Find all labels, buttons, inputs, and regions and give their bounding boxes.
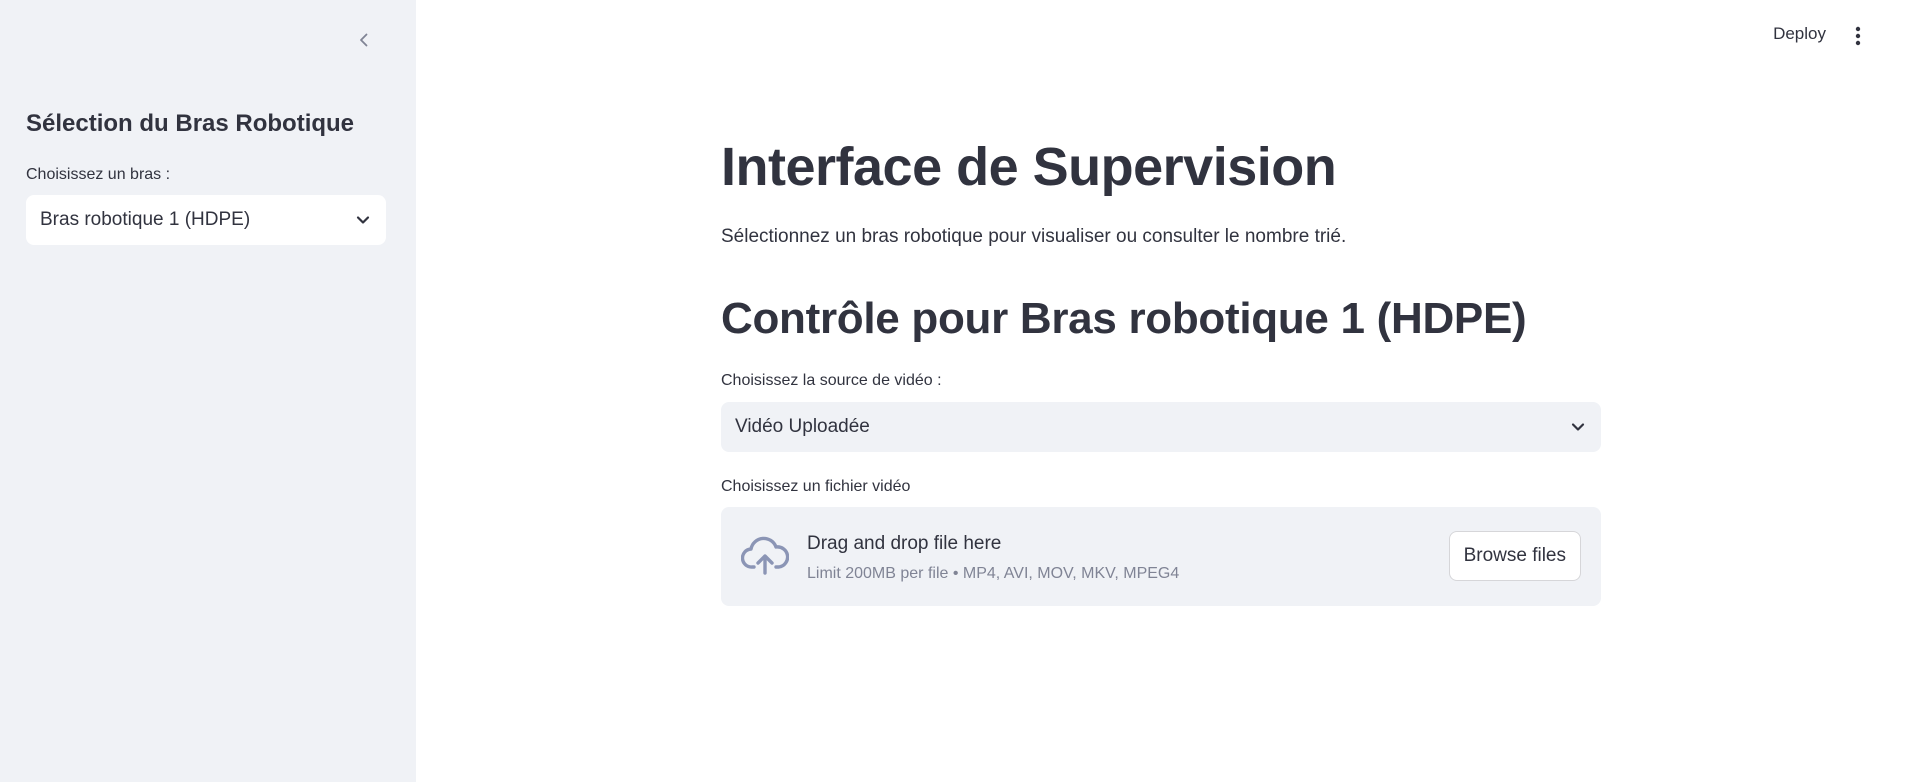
page-description: Sélectionnez un bras robotique pour visu… xyxy=(721,226,1347,247)
deploy-button[interactable]: Deploy xyxy=(1773,24,1826,44)
dropzone-title: Drag and drop file here xyxy=(807,533,1002,554)
sidebar: Sélection du Bras Robotique Choisissez u… xyxy=(0,0,416,782)
app-header: Deploy xyxy=(416,0,1910,70)
page-title: Interface de Supervision xyxy=(721,137,1337,197)
arm-select-value: Bras robotique 1 (HDPE) xyxy=(40,209,251,230)
chevron-down-icon xyxy=(356,216,370,224)
arm-select[interactable]: Bras robotique 1 (HDPE) xyxy=(26,195,386,245)
main-menu-button[interactable] xyxy=(1846,22,1870,50)
cloud-upload-icon xyxy=(741,536,789,575)
chevron-left-icon xyxy=(360,33,368,47)
chevron-down-icon xyxy=(1571,423,1585,431)
section-title: Contrôle pour Bras robotique 1 (HDPE) xyxy=(721,294,1527,343)
sidebar-title: Sélection du Bras Robotique xyxy=(26,110,355,137)
collapse-sidebar-button[interactable] xyxy=(350,26,378,54)
more-vertical-icon xyxy=(1855,26,1861,46)
arm-select-label: Choisissez un bras : xyxy=(26,166,171,183)
file-upload-label: Choisissez un fichier vidéo xyxy=(721,478,911,495)
dropzone-limit: Limit 200MB per file • MP4, AVI, MOV, MK… xyxy=(807,565,1180,582)
browse-files-button[interactable]: Browse files xyxy=(1448,531,1581,581)
video-source-select[interactable]: Vidéo Uploadée xyxy=(721,402,1601,452)
video-source-value: Vidéo Uploadée xyxy=(735,416,870,437)
file-dropzone[interactable]: Drag and drop file here Limit 200MB per … xyxy=(721,507,1601,606)
video-source-label: Choisissez la source de vidéo : xyxy=(721,372,942,389)
